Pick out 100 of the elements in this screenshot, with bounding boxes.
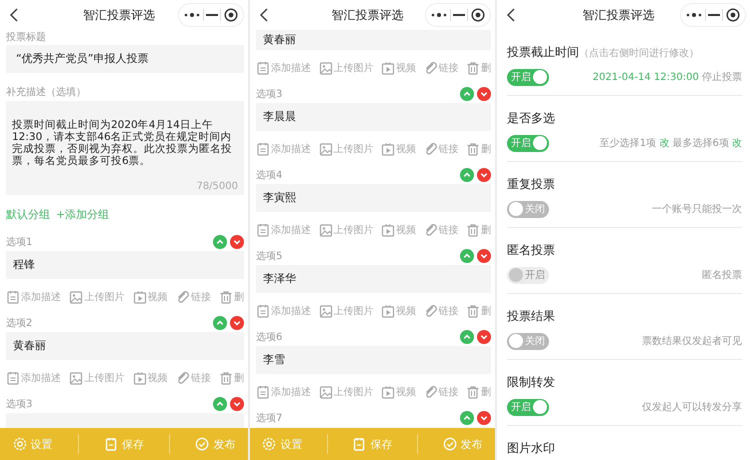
option-action[interactable]: 添加描述 <box>6 290 61 304</box>
option-action[interactable]: 添加描述 <box>256 222 311 236</box>
option-label: 选项3 <box>6 398 32 411</box>
option-action[interactable]: 添加描述 <box>6 370 61 384</box>
image-icon <box>69 290 84 304</box>
option-action[interactable]: 链接 <box>176 290 211 304</box>
move-up-icon[interactable] <box>213 235 227 249</box>
option-action[interactable]: 添加描述 <box>256 384 311 398</box>
document-icon <box>256 304 270 318</box>
option-action[interactable]: 上传图片 <box>318 60 374 74</box>
description-field[interactable]: 投票时间截止时间为2020年4月14日上午12:30，请本支部46名正式党员在规定时间内完成投票，否则视为弃权。此次投票为匿名投票，每名党员最多可投6票。 78/5000 <box>6 101 244 195</box>
option-action[interactable]: 视频 <box>381 60 416 74</box>
move-down-icon[interactable] <box>230 235 244 249</box>
option-action[interactable]: 上传图片 <box>318 304 374 318</box>
option-action[interactable]: 删 <box>466 304 491 318</box>
document-icon <box>6 290 20 304</box>
option-action[interactable]: 删 <box>466 60 491 74</box>
close-icon[interactable] <box>726 8 740 22</box>
more-icon[interactable] <box>184 12 200 18</box>
option-action[interactable]: 视频 <box>381 304 416 318</box>
option-action[interactable]: 链接 <box>424 222 458 236</box>
title-field[interactable]: “优秀共产党员”申报人投票 <box>6 45 244 73</box>
move-down-icon[interactable] <box>477 168 491 182</box>
option-action[interactable]: 上传图片 <box>318 384 374 398</box>
option-action[interactable]: 删 <box>466 142 491 156</box>
move-down-icon[interactable] <box>477 249 491 263</box>
toolbar-button[interactable]: 保存 <box>352 436 392 452</box>
move-up-icon[interactable] <box>460 87 474 101</box>
edit-link[interactable]: 改 <box>659 138 670 149</box>
option-action[interactable]: 视频 <box>132 370 168 384</box>
paperclip-icon <box>424 60 438 74</box>
setting-title: 限制转发 <box>507 374 555 391</box>
option-field[interactable]: 李晨晨 <box>256 103 491 131</box>
move-down-icon[interactable] <box>477 87 491 101</box>
option-action[interactable]: 添加描述 <box>256 60 311 74</box>
option-field[interactable]: 黄春丽 <box>256 30 491 50</box>
move-up-icon[interactable] <box>460 249 474 263</box>
option-action[interactable]: 视频 <box>381 222 416 236</box>
option-field[interactable]: 李泽华 <box>256 265 491 293</box>
option-field[interactable]: 黄春丽 <box>6 332 244 360</box>
check-circle-icon <box>195 437 210 451</box>
move-down-icon[interactable] <box>230 397 244 411</box>
close-icon[interactable] <box>224 8 238 22</box>
image-icon <box>318 60 332 74</box>
option-field[interactable]: 李雪 <box>256 346 491 374</box>
back-icon[interactable] <box>258 7 270 23</box>
setting-title: 匿名投票 <box>507 242 555 259</box>
toggle-switch[interactable]: 关闭 <box>507 200 549 218</box>
group-link[interactable]: 默认分组 <box>6 206 50 222</box>
option-field[interactable]: 程锋 <box>6 251 244 279</box>
document-icon <box>104 437 118 451</box>
option-action[interactable]: 上传图片 <box>318 142 374 156</box>
option-action[interactable]: 链接 <box>424 60 458 74</box>
toolbar-button[interactable]: 发布 <box>195 436 236 452</box>
edit-link[interactable]: 改 <box>732 138 742 149</box>
option-action[interactable]: 删 <box>466 384 491 398</box>
option-action[interactable]: 添加描述 <box>256 304 311 318</box>
option-action[interactable]: 链接 <box>424 384 458 398</box>
move-down-icon[interactable] <box>477 411 491 425</box>
move-up-icon[interactable] <box>460 411 474 425</box>
move-down-icon[interactable] <box>230 316 244 330</box>
option-action[interactable]: 上传图片 <box>69 370 124 384</box>
toggle-switch[interactable]: 开启 <box>507 398 549 416</box>
option-action[interactable]: 删 <box>466 222 491 236</box>
move-down-icon[interactable] <box>477 330 491 344</box>
move-up-icon[interactable] <box>213 397 227 411</box>
more-icon[interactable] <box>686 12 702 18</box>
option-action[interactable]: 视频 <box>381 384 416 398</box>
option-action[interactable]: 视频 <box>132 290 168 304</box>
minimize-icon[interactable] <box>452 13 465 17</box>
toolbar-button[interactable]: 设置 <box>262 436 302 452</box>
toggle-switch[interactable]: 开启 <box>507 68 549 86</box>
toggle-switch[interactable]: 开启 <box>507 134 549 152</box>
move-up-icon[interactable] <box>460 330 474 344</box>
option-action[interactable]: 链接 <box>176 370 211 384</box>
option-action[interactable]: 删 <box>219 370 244 384</box>
back-icon[interactable] <box>8 7 20 23</box>
close-icon[interactable] <box>470 8 485 22</box>
option-action[interactable]: 链接 <box>424 304 458 318</box>
toolbar-button[interactable]: 保存 <box>104 436 144 452</box>
option-action[interactable]: 删 <box>219 290 244 304</box>
option-field[interactable]: 李寅熙 <box>256 184 491 212</box>
back-icon[interactable] <box>505 7 517 23</box>
toolbar-button[interactable]: 设置 <box>12 436 53 452</box>
toggle-switch[interactable]: 关闭 <box>507 332 549 350</box>
option-action[interactable]: 添加描述 <box>256 142 311 156</box>
option-action[interactable]: 链接 <box>424 142 458 156</box>
group-link[interactable]: +添加分组 <box>56 206 110 222</box>
minimize-icon[interactable] <box>206 13 218 17</box>
minimize-icon[interactable] <box>708 13 720 17</box>
edit-link[interactable]: 2021-04-14 12:30:00 <box>592 72 699 83</box>
toolbar-button[interactable]: 发布 <box>442 436 483 452</box>
image-icon <box>318 384 332 398</box>
move-up-icon[interactable] <box>213 316 227 330</box>
move-up-icon[interactable] <box>460 168 474 182</box>
video-icon <box>381 142 395 156</box>
option-action[interactable]: 上传图片 <box>69 290 124 304</box>
option-action[interactable]: 视频 <box>381 142 416 156</box>
more-icon[interactable] <box>431 12 448 18</box>
option-action[interactable]: 上传图片 <box>318 222 374 236</box>
